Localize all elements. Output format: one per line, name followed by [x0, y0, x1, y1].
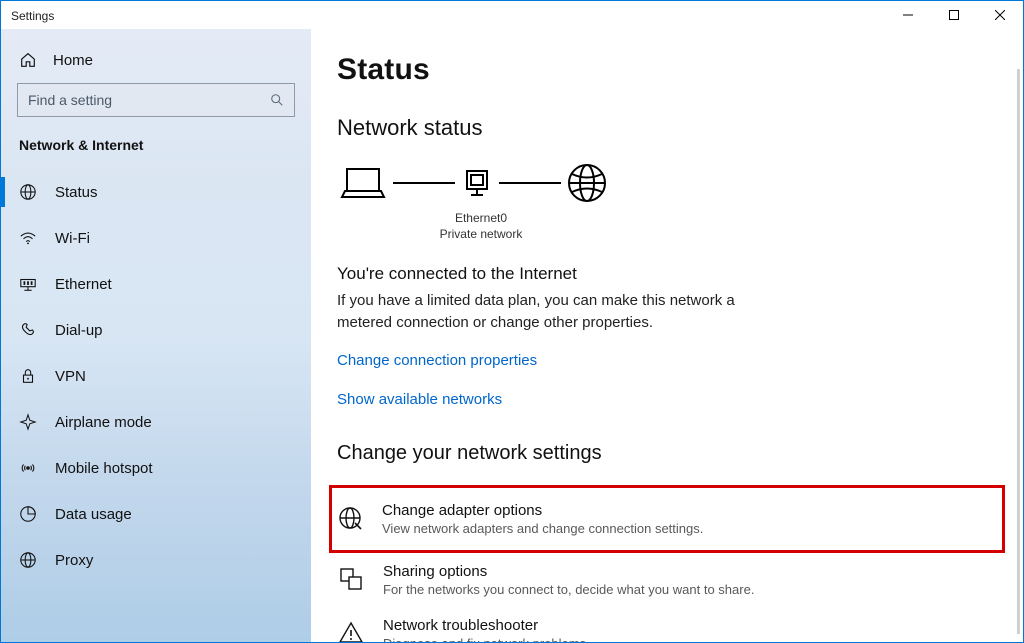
category-title: Network & Internet — [1, 131, 311, 169]
search-icon — [270, 93, 284, 107]
sidebar-item-label: Proxy — [55, 552, 93, 569]
maximize-button[interactable] — [931, 1, 977, 29]
adapter-icon — [459, 165, 495, 201]
setting-desc: For the networks you connect to, decide … — [383, 582, 754, 597]
connected-heading: You're connected to the Internet — [337, 264, 999, 284]
adapter-options-icon — [336, 504, 364, 532]
sharing-options-icon — [337, 565, 365, 593]
close-icon — [995, 10, 1005, 20]
sidebar-item-airplane[interactable]: Airplane mode — [1, 399, 311, 445]
connected-body: If you have a limited data plan, you can… — [337, 290, 737, 334]
home-button[interactable]: Home — [1, 43, 311, 83]
setting-desc: View network adapters and change connect… — [382, 521, 703, 536]
diagram-line — [393, 182, 455, 184]
setting-sharing-options[interactable]: Sharing options For the networks you con… — [337, 553, 757, 607]
diagram-line — [499, 182, 561, 184]
home-label: Home — [53, 52, 93, 69]
link-show-available-networks[interactable]: Show available networks — [337, 391, 999, 408]
sidebar-item-label: Mobile hotspot — [55, 460, 153, 477]
adapter-name: Ethernet0 — [431, 211, 531, 227]
highlight-annotation: Change adapter options View network adap… — [329, 485, 1005, 553]
sidebar: Home Network & Internet Status — [1, 29, 311, 642]
sidebar-item-label: Wi-Fi — [55, 230, 90, 247]
search-input[interactable] — [28, 92, 270, 108]
sidebar-item-vpn[interactable]: VPN — [1, 353, 311, 399]
status-icon — [19, 183, 37, 201]
sidebar-item-label: Dial-up — [55, 322, 103, 339]
airplane-icon — [19, 413, 37, 431]
network-diagram — [337, 161, 999, 205]
globe-icon — [565, 161, 609, 205]
window-controls — [885, 1, 1023, 29]
laptop-icon — [337, 163, 389, 203]
sidebar-item-label: Data usage — [55, 506, 132, 523]
minimize-button[interactable] — [885, 1, 931, 29]
sidebar-item-label: Airplane mode — [55, 414, 152, 431]
search-wrap — [1, 83, 311, 131]
troubleshooter-icon — [337, 619, 365, 642]
sidebar-item-proxy[interactable]: Proxy — [1, 537, 311, 583]
setting-text: Sharing options For the networks you con… — [383, 563, 754, 597]
sidebar-item-label: Status — [55, 184, 98, 201]
wifi-icon — [19, 229, 37, 247]
setting-desc: Diagnose and fix network problems. — [383, 636, 590, 642]
setting-label: Network troubleshooter — [383, 617, 590, 634]
setting-text: Change adapter options View network adap… — [382, 502, 703, 536]
datausage-icon — [19, 505, 37, 523]
scrollbar[interactable] — [1017, 69, 1020, 634]
setting-text: Network troubleshooter Diagnose and fix … — [383, 617, 590, 642]
ethernet-icon — [19, 275, 37, 293]
dialup-icon — [19, 321, 37, 339]
sidebar-item-wifi[interactable]: Wi-Fi — [1, 215, 311, 261]
setting-label: Change adapter options — [382, 502, 703, 519]
maximize-icon — [949, 10, 959, 20]
sidebar-item-ethernet[interactable]: Ethernet — [1, 261, 311, 307]
window-title: Settings — [11, 9, 54, 23]
setting-label: Sharing options — [383, 563, 754, 580]
close-button[interactable] — [977, 1, 1023, 29]
change-settings-heading: Change your network settings — [337, 442, 999, 465]
titlebar: Settings — [1, 1, 1023, 29]
vpn-icon — [19, 367, 37, 385]
search-box[interactable] — [17, 83, 295, 117]
sidebar-item-label: VPN — [55, 368, 86, 385]
sidebar-item-dialup[interactable]: Dial-up — [1, 307, 311, 353]
network-type: Private network — [431, 227, 531, 243]
connected-block: You're connected to the Internet If you … — [337, 264, 999, 334]
hotspot-icon — [19, 459, 37, 477]
page-title: Status — [337, 53, 999, 87]
setting-network-troubleshooter[interactable]: Network troubleshooter Diagnose and fix … — [337, 607, 757, 642]
section-title: Network status — [337, 115, 999, 141]
sidebar-item-label: Ethernet — [55, 276, 112, 293]
proxy-icon — [19, 551, 37, 569]
sidebar-item-hotspot[interactable]: Mobile hotspot — [1, 445, 311, 491]
sidebar-nav: Status Wi-Fi Ethernet — [1, 169, 311, 583]
setting-change-adapter-options[interactable]: Change adapter options View network adap… — [336, 492, 756, 546]
home-icon — [19, 51, 37, 69]
settings-window: Settings Home — [0, 0, 1024, 643]
window-body: Home Network & Internet Status — [1, 29, 1023, 642]
content-pane: Status Network status Ethernet0 Priva — [311, 29, 1023, 642]
link-change-connection-properties[interactable]: Change connection properties — [337, 352, 999, 369]
minimize-icon — [903, 10, 913, 20]
sidebar-item-status[interactable]: Status — [1, 169, 311, 215]
sidebar-item-datausage[interactable]: Data usage — [1, 491, 311, 537]
